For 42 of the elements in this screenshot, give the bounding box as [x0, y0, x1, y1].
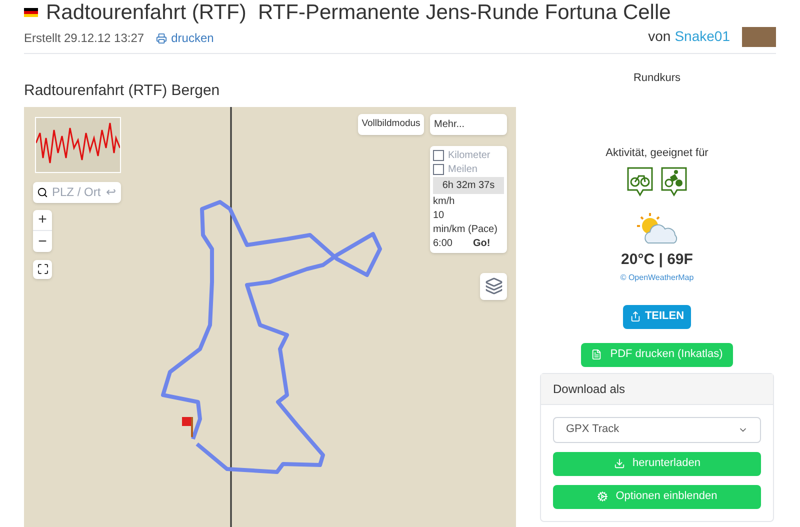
pace-label: min/km (Pace) [433, 222, 498, 236]
start-flag-icon [182, 416, 193, 436]
layers-button[interactable] [480, 272, 507, 300]
zoom-out-button[interactable]: − [33, 230, 52, 252]
weather-credit-link[interactable]: © OpenWeatherMap [620, 272, 694, 284]
expand-icon [36, 263, 48, 275]
zoom-in-button[interactable]: + [33, 210, 52, 230]
created-date: Erstellt 29.12.12 13:27 [24, 30, 144, 47]
enter-glyph: ↩ [106, 184, 116, 201]
author-prefix: von [648, 27, 671, 46]
cyclist-icon [661, 167, 687, 197]
printer-icon [156, 32, 168, 44]
more-button[interactable]: Mehr... [430, 114, 507, 134]
page-title: Radtourenfahrt (RTF) RTF-Permanente Jens-Runde Fortuna Celle [46, 2, 671, 22]
search-icon [37, 186, 48, 198]
unit-label: Meilen [448, 162, 478, 176]
unit-label: Kilometer [448, 148, 490, 162]
duration-display: 6h 32m 37s [433, 176, 504, 194]
download-icon [614, 458, 625, 469]
go-button[interactable]: Go! [473, 236, 490, 250]
print-link[interactable]: drucken [156, 29, 214, 47]
german-flag-icon [24, 8, 38, 16]
bicycle-icon [627, 167, 653, 197]
speed-label: km/h [433, 194, 456, 208]
gears-icon [596, 491, 608, 502]
search-input[interactable]: PLZ / Ort [52, 183, 102, 201]
unit-checkbox[interactable] [433, 150, 444, 160]
activity-label: Aktivität, geeignet für [606, 146, 708, 160]
avatar-photo-placeholder [742, 26, 776, 46]
map-title: Radtourenfahrt (RTF) Bergen [24, 81, 221, 101]
fullscreen-button[interactable] [33, 260, 52, 278]
temperature: 20°C | 69F [621, 250, 693, 270]
format-select[interactable]: GPX Track [553, 416, 761, 442]
pace-input[interactable]: 6:00 [433, 236, 469, 250]
share-icon [630, 311, 641, 322]
download-panel-header: Download als [541, 374, 773, 404]
document-icon [591, 349, 602, 360]
unit-checkbox[interactable] [433, 164, 444, 174]
route-type: Rundkurs [633, 71, 681, 86]
speed-input[interactable]: 10 [433, 208, 469, 222]
layers-icon [484, 277, 502, 295]
fullscreen-mode-button[interactable]: Vollbildmodus [358, 114, 424, 134]
